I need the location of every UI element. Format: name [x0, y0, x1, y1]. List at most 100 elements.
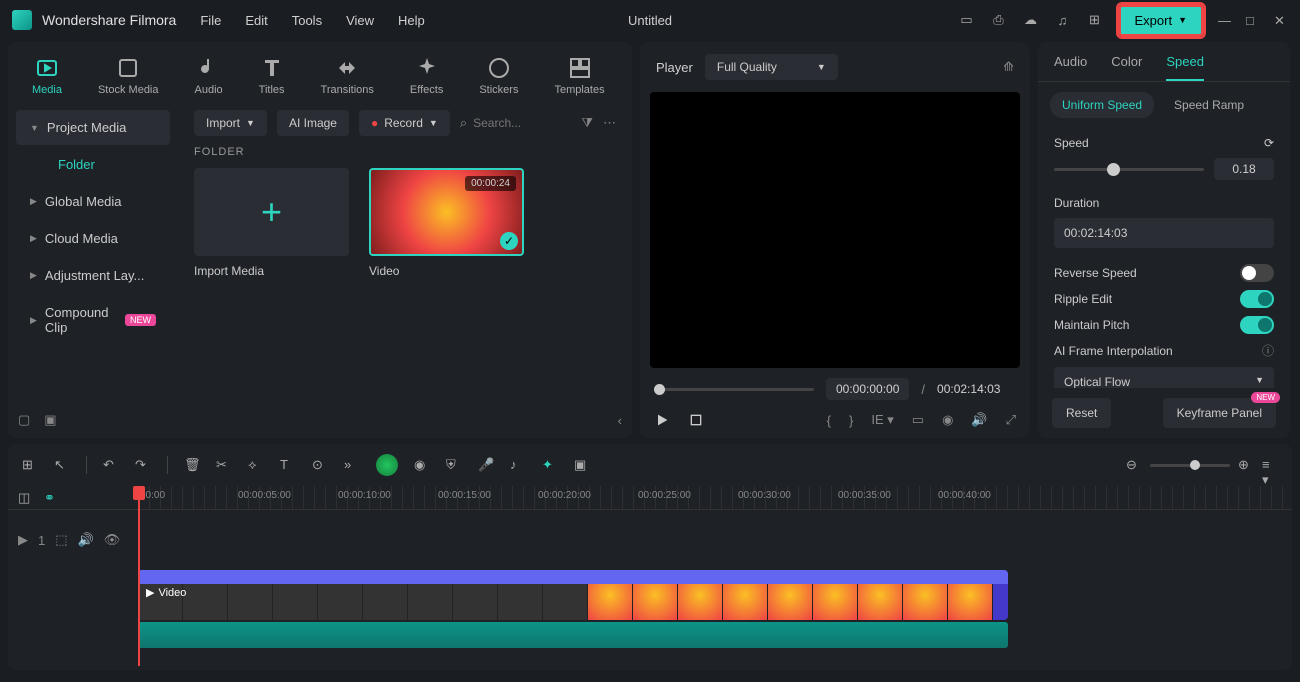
volume-icon[interactable]: 🔊	[971, 412, 987, 428]
crop-icon[interactable]: IE ▾	[871, 412, 893, 428]
reverse-toggle[interactable]	[1240, 264, 1274, 282]
playhead[interactable]	[138, 486, 140, 666]
menu-tools[interactable]: Tools	[292, 13, 322, 28]
sidebar-item-folder[interactable]: Folder	[16, 147, 170, 182]
tab-media[interactable]: Media	[20, 50, 74, 102]
pitch-toggle[interactable]	[1240, 316, 1274, 334]
camera-icon[interactable]: ◉	[942, 412, 953, 428]
reset-speed-icon[interactable]: ⟳	[1264, 136, 1274, 150]
search-icon: ⌕	[460, 115, 467, 131]
zoom-slider[interactable]	[1150, 464, 1230, 467]
record-button[interactable]: ●Record▼	[359, 110, 450, 136]
speed-tool-icon[interactable]: ⊙	[312, 457, 328, 473]
collapse-icon[interactable]: ‹	[618, 413, 622, 428]
menu-view[interactable]: View	[346, 13, 374, 28]
menu-edit[interactable]: Edit	[245, 13, 267, 28]
shield-icon[interactable]: ⛨	[446, 457, 462, 473]
track-mute-icon[interactable]: 🔊	[78, 532, 94, 548]
tab-stock-media[interactable]: Stock Media	[86, 50, 171, 102]
maximize-icon[interactable]: □	[1246, 13, 1260, 27]
grid-icon[interactable]: ⊞	[22, 457, 38, 473]
zoom-in-icon[interactable]: ⊕	[1238, 457, 1254, 473]
speed-slider[interactable]	[1054, 168, 1204, 171]
video-clip[interactable]: ▶Video	[138, 570, 1008, 620]
video-thumb[interactable]: 00:00:24 ✓ Video	[369, 168, 524, 278]
fullscreen-icon[interactable]: ⤢	[1006, 412, 1016, 428]
sidebar-item-project-media[interactable]: ▼Project Media	[16, 110, 170, 145]
tab-speed-props[interactable]: Speed	[1166, 54, 1204, 81]
interpolation-select[interactable]: Optical Flow▼	[1054, 367, 1274, 388]
tab-titles[interactable]: Titles	[247, 50, 297, 102]
snapshot-icon[interactable]: ⟰	[1003, 59, 1014, 75]
import-media-thumb[interactable]: + Import Media	[194, 168, 349, 278]
display-icon[interactable]: ▭	[912, 412, 924, 428]
tab-stickers[interactable]: Stickers	[467, 50, 530, 102]
close-icon[interactable]: ✕	[1274, 13, 1288, 27]
tab-templates[interactable]: Templates	[542, 50, 616, 102]
crop-tool-icon[interactable]: ⟡	[248, 457, 264, 473]
subtab-speed-ramp[interactable]: Speed Ramp	[1162, 92, 1256, 118]
info-icon[interactable]: ⓘ	[1262, 342, 1274, 359]
menu-help[interactable]: Help	[398, 13, 425, 28]
sidebar-item-adjustment-layer[interactable]: ▶Adjustment Lay...	[16, 258, 170, 293]
search-input[interactable]	[473, 116, 553, 130]
timeline-ruler[interactable]: 00:00 00:00:05:00 00:00:10:00 00:00:15:0…	[138, 486, 1292, 509]
tab-transitions[interactable]: Transitions	[309, 50, 386, 102]
smiley-icon[interactable]	[376, 454, 398, 476]
audio-clip[interactable]	[138, 622, 1008, 648]
track-visible-icon[interactable]: 👁	[104, 532, 121, 548]
quality-select[interactable]: Full Quality▼	[705, 54, 838, 80]
track-lock-icon[interactable]: ⬚	[55, 532, 67, 548]
sidebar-item-global-media[interactable]: ▶Global Media	[16, 184, 170, 219]
keyframe-panel-button[interactable]: Keyframe PanelNEW	[1163, 398, 1276, 428]
pointer-icon[interactable]: ↖	[54, 457, 70, 473]
split-icon[interactable]: ✦	[542, 457, 558, 473]
mark-in-icon[interactable]: {	[827, 413, 831, 428]
filter-icon[interactable]: ⧩	[581, 115, 593, 131]
monitor-icon[interactable]: ▭	[958, 11, 976, 29]
cloud-icon[interactable]: ☁	[1022, 11, 1040, 29]
play-button[interactable]	[654, 412, 670, 428]
tab-effects[interactable]: Effects	[398, 50, 455, 102]
tab-audio[interactable]: Audio	[183, 50, 235, 102]
ai-image-button[interactable]: AI Image	[277, 110, 349, 136]
link-icon[interactable]: ⚭	[44, 490, 60, 506]
music-icon[interactable]: ♪	[510, 457, 526, 473]
delete-icon[interactable]: 🗑	[184, 457, 200, 473]
scrub-slider[interactable]	[654, 388, 814, 391]
menu-file[interactable]: File	[200, 13, 221, 28]
reset-button[interactable]: Reset	[1052, 398, 1111, 428]
text-icon[interactable]: T	[280, 457, 296, 473]
ripple-toggle[interactable]	[1240, 290, 1274, 308]
layers-icon[interactable]: ◫	[18, 490, 34, 506]
folder-icon[interactable]: ▣	[44, 412, 56, 428]
more-tools-icon[interactable]: »	[344, 457, 360, 473]
speed-value[interactable]: 0.18	[1214, 158, 1274, 180]
mark-out-icon[interactable]: }	[849, 413, 853, 428]
redo-icon[interactable]: ↷	[135, 457, 151, 473]
mic-icon[interactable]: 🎤	[478, 457, 494, 473]
sidebar-item-cloud-media[interactable]: ▶Cloud Media	[16, 221, 170, 256]
marker-icon[interactable]: ▣	[574, 457, 590, 473]
duration-input[interactable]	[1054, 218, 1274, 248]
export-button[interactable]: Export▼	[1118, 4, 1205, 37]
zoom-out-icon[interactable]: ⊖	[1126, 457, 1142, 473]
track-header[interactable]: ▶ 1 ⬚ 🔊 👁	[8, 510, 138, 570]
subtab-uniform-speed[interactable]: Uniform Speed	[1050, 92, 1154, 118]
apps-icon[interactable]: ⊞	[1086, 11, 1104, 29]
more-icon[interactable]: ⋯	[603, 115, 616, 131]
color-icon[interactable]: ◉	[414, 457, 430, 473]
headphone-icon[interactable]: ♫	[1054, 11, 1072, 29]
tab-audio-props[interactable]: Audio	[1054, 54, 1087, 81]
save-icon[interactable]: ⎙	[990, 11, 1008, 29]
sidebar-item-compound-clip[interactable]: ▶Compound ClipNEW	[16, 295, 170, 345]
minimize-icon[interactable]: —	[1218, 13, 1232, 27]
import-button[interactable]: Import▼	[194, 110, 267, 136]
stop-button[interactable]	[688, 412, 704, 428]
cut-icon[interactable]: ✂	[216, 457, 232, 473]
track-options-icon[interactable]: ≡ ▾	[1262, 457, 1278, 473]
new-folder-icon[interactable]: ▢	[18, 412, 30, 428]
tab-color-props[interactable]: Color	[1111, 54, 1142, 81]
undo-icon[interactable]: ↶	[103, 457, 119, 473]
preview-screen[interactable]	[650, 92, 1020, 368]
